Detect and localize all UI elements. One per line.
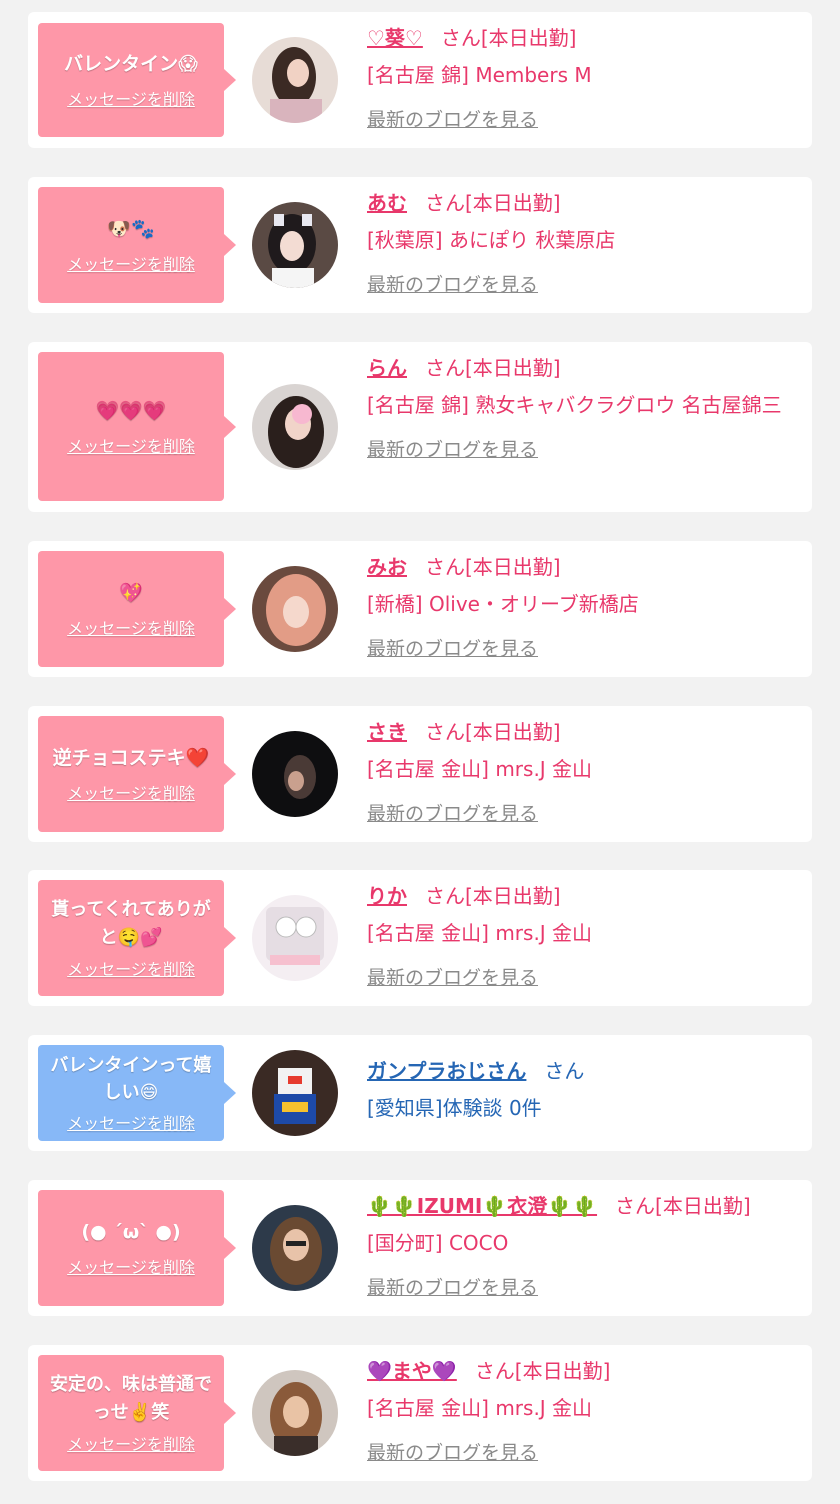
cast-name-link[interactable]: らん bbox=[367, 356, 407, 380]
avatar-photo bbox=[252, 1205, 338, 1291]
avatar-photo bbox=[252, 37, 338, 123]
avatar-photo bbox=[252, 1370, 338, 1456]
shop-text: [秋葉原] あにぽり 秋葉原店 bbox=[367, 228, 616, 252]
delete-message-link[interactable]: メッセージを削除 bbox=[67, 433, 195, 457]
message-bubble: バレンタイン😱 メッセージを削除 bbox=[38, 23, 236, 137]
latest-blog-link[interactable]: 最新のブログを見る bbox=[367, 799, 538, 826]
name-suffix: さん[本日出勤] bbox=[615, 1194, 751, 1218]
message-list: バレンタイン😱 メッセージを削除 ♡葵♡ さん[本日出勤] [名古屋 錦] Mem… bbox=[0, 0, 840, 1504]
latest-blog-link[interactable]: 最新のブログを見る bbox=[367, 270, 538, 297]
delete-message-link[interactable]: メッセージを削除 bbox=[67, 86, 195, 110]
cast-name-link[interactable]: 🌵🌵IZUMI🌵衣澄🌵🌵 bbox=[367, 1194, 597, 1218]
name-suffix: さん[本日出勤] bbox=[425, 555, 561, 579]
avatar[interactable] bbox=[252, 731, 338, 817]
name-line: 💜まや💜 さん[本日出勤] bbox=[367, 1357, 807, 1385]
user-name-link[interactable]: ガンプラおじさん bbox=[367, 1059, 526, 1083]
avatar[interactable] bbox=[252, 202, 338, 288]
avatar-photo bbox=[252, 895, 338, 981]
avatar[interactable] bbox=[252, 895, 338, 981]
message-text: (● ´ω` ●) bbox=[81, 1221, 181, 1243]
avatar[interactable] bbox=[252, 37, 338, 123]
shop-text: [国分町] COCO bbox=[367, 1231, 509, 1255]
name-suffix: さん[本日出勤] bbox=[425, 191, 561, 215]
latest-blog-link[interactable]: 最新のブログを見る bbox=[367, 1273, 538, 1300]
message-text: 安定の、味は普通でっせ✌️笑 bbox=[50, 1374, 212, 1423]
avatar-photo bbox=[252, 1050, 338, 1136]
delete-message-link[interactable]: メッセージを削除 bbox=[67, 1431, 195, 1455]
cast-name-link[interactable]: ♡葵♡ bbox=[367, 26, 423, 50]
delete-message-link[interactable]: メッセージを削除 bbox=[67, 1110, 195, 1134]
message-text: 🐶🐾 bbox=[107, 218, 155, 240]
message-bubble: 🐶🐾 メッセージを削除 bbox=[38, 187, 236, 303]
name-suffix: さん[本日出勤] bbox=[425, 884, 561, 908]
name-line: らん さん[本日出勤] bbox=[367, 354, 807, 382]
name-line: あむ さん[本日出勤] bbox=[367, 189, 807, 217]
delete-message-link[interactable]: メッセージを削除 bbox=[67, 1254, 195, 1278]
latest-blog-link[interactable]: 最新のブログを見る bbox=[367, 435, 538, 462]
name-suffix: さん[本日出勤] bbox=[425, 356, 561, 380]
cast-name-link[interactable]: りか bbox=[367, 884, 407, 908]
cast-name-link[interactable]: 💜まや💜 bbox=[367, 1359, 457, 1383]
avatar-photo bbox=[252, 566, 338, 652]
name-line: さき さん[本日出勤] bbox=[367, 718, 807, 746]
latest-blog-link[interactable]: 最新のブログを見る bbox=[367, 105, 538, 132]
delete-message-link[interactable]: メッセージを削除 bbox=[67, 251, 195, 275]
latest-blog-link[interactable]: 最新のブログを見る bbox=[367, 634, 538, 661]
message-text: バレンタイン😱 bbox=[64, 53, 198, 75]
message-bubble: バレンタインって嬉しい😄 メッセージを削除 bbox=[38, 1045, 236, 1141]
shop-text: [名古屋 金山] mrs.J 金山 bbox=[367, 921, 593, 945]
message-text: バレンタインって嬉しい😄 bbox=[50, 1055, 212, 1103]
avatar[interactable] bbox=[252, 1050, 338, 1136]
avatar-photo bbox=[252, 731, 338, 817]
cast-name-link[interactable]: あむ bbox=[367, 191, 407, 215]
shop-text: [新橋] Olive・オリーブ新橋店 bbox=[367, 592, 639, 616]
delete-message-link[interactable]: メッセージを削除 bbox=[67, 615, 195, 639]
message-card: 🐶🐾 メッセージを削除 あむ さん[本日出勤] [秋葉原] あにぽり 秋葉原店 最… bbox=[28, 177, 812, 313]
latest-blog-link[interactable]: 最新のブログを見る bbox=[367, 1438, 538, 1465]
message-card: 逆チョコステキ❤️ メッセージを削除 さき さん[本日出勤] [名古屋 金山] m… bbox=[28, 706, 812, 842]
name-line: りか さん[本日出勤] bbox=[367, 882, 807, 910]
latest-blog-link[interactable]: 最新のブログを見る bbox=[367, 963, 538, 990]
message-card: バレンタイン😱 メッセージを削除 ♡葵♡ さん[本日出勤] [名古屋 錦] Mem… bbox=[28, 12, 812, 148]
review-count-text: [愛知県]体験談 0件 bbox=[367, 1096, 542, 1120]
message-bubble: 💗💗💗 メッセージを削除 bbox=[38, 352, 236, 501]
message-card: (● ´ω` ●) メッセージを削除 🌵🌵IZUMI🌵衣澄🌵🌵 さん[本日出勤] … bbox=[28, 1180, 812, 1316]
avatar[interactable] bbox=[252, 1205, 338, 1291]
message-text: 貰ってくれてありがと🤤💕 bbox=[51, 899, 211, 948]
name-line: ガンプラおじさん さん bbox=[367, 1057, 807, 1085]
name-suffix: さん[本日出勤] bbox=[474, 1359, 611, 1383]
message-text: 逆チョコステキ❤️ bbox=[52, 747, 210, 769]
message-text: 💗💗💗 bbox=[95, 399, 167, 422]
message-bubble: 💖 メッセージを削除 bbox=[38, 551, 236, 667]
cast-name-link[interactable]: みお bbox=[367, 555, 407, 579]
message-bubble: 貰ってくれてありがと🤤💕 メッセージを削除 bbox=[38, 880, 236, 996]
avatar-photo bbox=[252, 202, 338, 288]
delete-message-link[interactable]: メッセージを削除 bbox=[67, 780, 195, 804]
avatar[interactable] bbox=[252, 566, 338, 652]
name-suffix: さん[本日出勤] bbox=[425, 720, 561, 744]
name-suffix: さん bbox=[544, 1059, 585, 1083]
message-card: 💖 メッセージを削除 みお さん[本日出勤] [新橋] Olive・オリーブ新橋店… bbox=[28, 541, 812, 677]
shop-text: [名古屋 錦] Members M bbox=[367, 63, 592, 87]
shop-text: [名古屋 錦] 熟女キャバクラグロウ 名古屋錦三 bbox=[367, 393, 782, 417]
message-card: 貰ってくれてありがと🤤💕 メッセージを削除 りか さん[本日出勤] [名古屋 金山… bbox=[28, 870, 812, 1006]
message-text: 💖 bbox=[119, 582, 143, 604]
message-bubble: (● ´ω` ●) メッセージを削除 bbox=[38, 1190, 236, 1306]
name-line: ♡葵♡ さん[本日出勤] bbox=[367, 24, 807, 52]
avatar[interactable] bbox=[252, 1370, 338, 1456]
shop-text: [名古屋 金山] mrs.J 金山 bbox=[367, 1396, 593, 1420]
shop-text: [名古屋 金山] mrs.J 金山 bbox=[367, 757, 593, 781]
message-bubble: 安定の、味は普通でっせ✌️笑 メッセージを削除 bbox=[38, 1355, 236, 1471]
avatar-photo bbox=[252, 384, 338, 470]
message-bubble: 逆チョコステキ❤️ メッセージを削除 bbox=[38, 716, 236, 832]
cast-name-link[interactable]: さき bbox=[367, 720, 407, 744]
message-card: 💗💗💗 メッセージを削除 らん さん[本日出勤] [名古屋 錦] 熟女キャバクラグ… bbox=[28, 342, 812, 512]
name-suffix: さん[本日出勤] bbox=[440, 26, 577, 50]
message-card: 安定の、味は普通でっせ✌️笑 メッセージを削除 💜まや💜 さん[本日出勤] [名古… bbox=[28, 1345, 812, 1481]
avatar[interactable] bbox=[252, 384, 338, 470]
name-line: 🌵🌵IZUMI🌵衣澄🌵🌵 さん[本日出勤] bbox=[367, 1192, 807, 1220]
delete-message-link[interactable]: メッセージを削除 bbox=[67, 956, 195, 980]
name-line: みお さん[本日出勤] bbox=[367, 553, 807, 581]
message-card: バレンタインって嬉しい😄 メッセージを削除 ガンプラおじさん さん [愛知県]体験… bbox=[28, 1035, 812, 1151]
